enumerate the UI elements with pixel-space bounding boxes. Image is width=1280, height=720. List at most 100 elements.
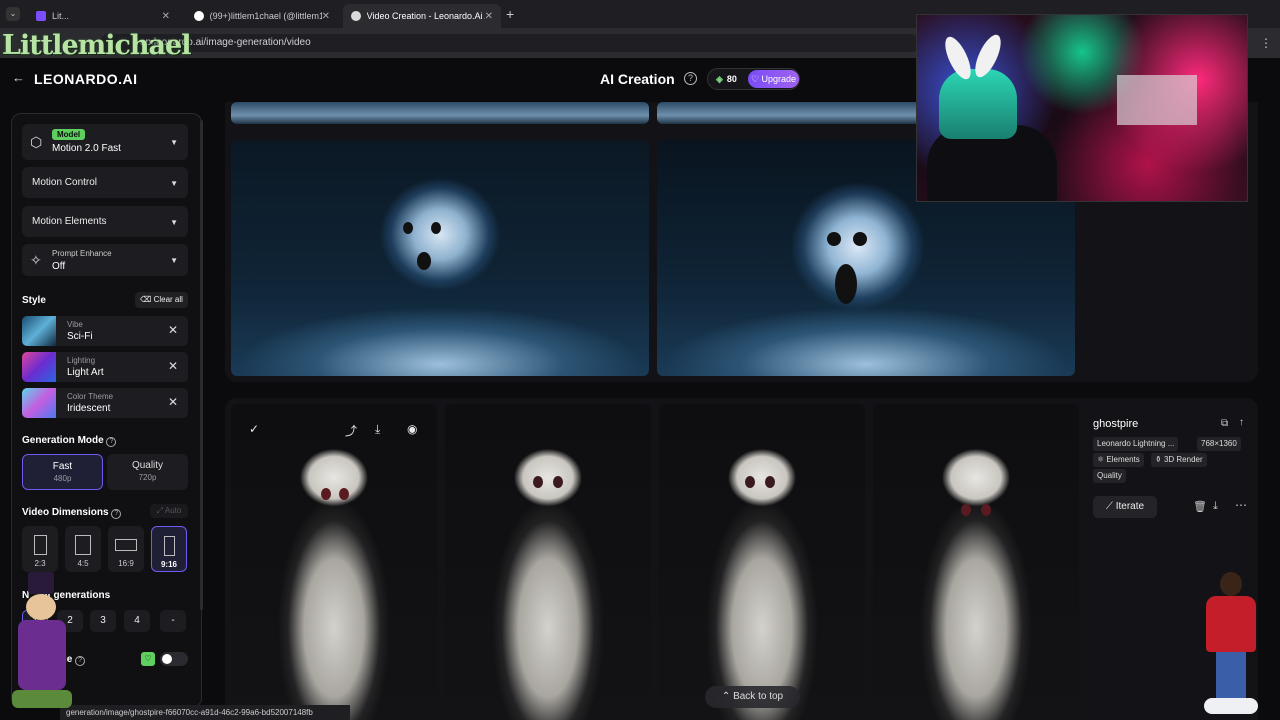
elements-chip: ⚛ Elements [1093, 453, 1144, 467]
wizard-sticker [12, 572, 72, 708]
browser-tab-active[interactable]: Video Creation - Leonardo.Ai A ✕ [343, 4, 501, 28]
iterate-button[interactable]: ⟋ Iterate [1093, 496, 1157, 518]
prompt-enhance-dropdown[interactable]: ✧ Prompt Enhance Off ▼ [22, 244, 188, 276]
skull-mouth [417, 252, 431, 270]
tab-favicon [36, 11, 46, 21]
style-title: Style [22, 295, 46, 306]
chevron-down-icon: ▼ [170, 217, 178, 227]
model-value: Motion 2.0 Fast [52, 143, 121, 154]
generation-title: ghostpire [1093, 418, 1139, 430]
3d-render-chip: ⚱ 3D Render [1151, 453, 1207, 467]
style-vibe[interactable]: Vibe Sci-Fi ✕ [22, 316, 188, 346]
remove-icon[interactable]: ✕ [168, 323, 178, 337]
pin-icon[interactable]: ↑ [1239, 417, 1244, 428]
clear-all-button[interactable]: ⌫ Clear all [135, 292, 188, 308]
dimension-16-9[interactable]: 16:9 [108, 526, 144, 572]
sticker-base [12, 690, 72, 708]
sidebar-scrollbar[interactable] [200, 120, 203, 610]
info-icon[interactable]: ? [75, 656, 86, 666]
sticker-face [26, 594, 56, 620]
credits-pill[interactable]: ◈ 80 ♡ Upgrade [707, 68, 800, 90]
page-title: AI Creation [600, 71, 675, 87]
skull-eye [827, 232, 841, 246]
close-tab-icon[interactable]: ✕ [485, 11, 493, 22]
skull-eye [339, 488, 349, 500]
premium-gem-icon: ♡ [141, 652, 155, 666]
streamer-head [939, 69, 1017, 139]
new-tab-button[interactable]: + [506, 6, 514, 22]
private-mode-toggle[interactable] [160, 652, 188, 666]
browser-tab[interactable]: (99+)littlem1chael (@littlem1ch ✕ [186, 4, 338, 28]
skull-eye [981, 504, 991, 516]
share-icon[interactable]: ⤴ [345, 422, 357, 439]
ghost-video-thumbnail[interactable] [231, 140, 649, 376]
download-icon[interactable]: ⤓ [375, 422, 380, 437]
style-lighting[interactable]: Lighting Light Art ✕ [22, 352, 188, 382]
generation-mode-title: Generation Mode ? [22, 435, 117, 447]
remove-icon[interactable]: ✕ [168, 395, 178, 409]
skull-eye [553, 476, 563, 488]
ghostpire-video-thumbnail[interactable]: ✓ ⤴ ⤓ ◉ [231, 404, 437, 720]
generation-count-more[interactable]: - [160, 610, 186, 632]
select-check-icon[interactable]: ✓ [249, 422, 259, 436]
close-tab-icon[interactable]: ✕ [322, 11, 330, 22]
skull-eye [431, 222, 441, 234]
info-icon[interactable]: ? [111, 509, 122, 519]
save-icon[interactable]: ⤓ [1213, 500, 1218, 513]
delete-icon[interactable]: 🗑 [1193, 500, 1207, 513]
rapper-sticker [1200, 572, 1262, 716]
help-icon[interactable]: ? [684, 72, 697, 85]
remove-icon[interactable]: ✕ [168, 359, 178, 373]
motion-control-dropdown[interactable]: Motion Control ▼ [22, 167, 188, 198]
info-icon[interactable]: ? [106, 437, 117, 447]
dimension-4-5[interactable]: 4:5 [65, 526, 101, 572]
motion-elements-label: Motion Elements [32, 216, 107, 227]
prompt-enhance-label: Prompt Enhance [52, 249, 112, 258]
sticker-coat [18, 620, 66, 690]
copy-icon[interactable]: ⧉ [1221, 418, 1228, 429]
upgrade-button[interactable]: ♡ Upgrade [748, 70, 799, 88]
view-icon[interactable]: ◉ [407, 422, 417, 436]
auto-dimension-button[interactable]: ⤢ Auto [150, 504, 188, 518]
dimension-2-3[interactable]: 2:3 [22, 526, 58, 572]
ghostpire-video-thumbnail[interactable] [873, 404, 1079, 720]
quality-chip: Quality [1093, 469, 1126, 483]
webcam-overlay [916, 14, 1248, 202]
dimension-9-16[interactable]: 9:16 [151, 526, 187, 572]
style-label: Lighting [67, 356, 96, 365]
ghostpire-video-thumbnail[interactable] [659, 404, 865, 720]
ghostpire-video-thumbnail[interactable] [445, 404, 651, 720]
style-color-theme[interactable]: Color Theme Iridescent ✕ [22, 388, 188, 418]
generation-count-4[interactable]: 4 [124, 610, 150, 632]
sparkle-icon: ✧ [30, 252, 42, 268]
browser-menu-icon[interactable]: ⋮ [1260, 36, 1272, 50]
browser-tab[interactable]: Lit... ✕ [28, 4, 178, 28]
tab-title: (99+)littlem1chael (@littlem1ch [209, 11, 322, 21]
motion-elements-dropdown[interactable]: Motion Elements ▼ [22, 206, 188, 237]
chevron-down-icon: ▼ [170, 178, 178, 188]
tab-title: Lit... [52, 11, 70, 21]
browser-menu-button[interactable]: ⌄ [6, 7, 20, 21]
sticker-jeans [1216, 652, 1246, 700]
sticker-face [1220, 572, 1242, 596]
skull-eye [745, 476, 755, 488]
prompt-enhance-value: Off [52, 261, 66, 272]
more-options-icon[interactable]: ⋯ [1235, 498, 1247, 512]
back-to-top-button[interactable]: ⌃ Back to top [705, 686, 800, 708]
skull-eye [533, 476, 543, 488]
mode-fast-button[interactable]: Fast 480p [22, 454, 103, 490]
skull-eye [961, 504, 971, 516]
chevron-down-icon: ▼ [170, 138, 178, 147]
generation-count-3[interactable]: 3 [90, 610, 116, 632]
sticker-base [1204, 698, 1258, 714]
wand-icon: ⟋ [1105, 501, 1116, 512]
video-thumbnail[interactable] [231, 102, 649, 124]
mode-quality-button[interactable]: Quality 720p [107, 454, 188, 490]
leonardo-logo[interactable]: LEONARDO.AI [34, 71, 138, 87]
model-dropdown[interactable]: ⬡ Model Motion 2.0 Fast ▼ [22, 124, 188, 160]
close-tab-icon[interactable]: ✕ [162, 11, 170, 22]
bunny-ear [940, 33, 976, 83]
address-bar[interactable]: op.leonardo.ai/image-generation/video [100, 34, 920, 52]
skull-eye [403, 222, 413, 234]
back-arrow-icon[interactable]: ← [12, 70, 25, 85]
